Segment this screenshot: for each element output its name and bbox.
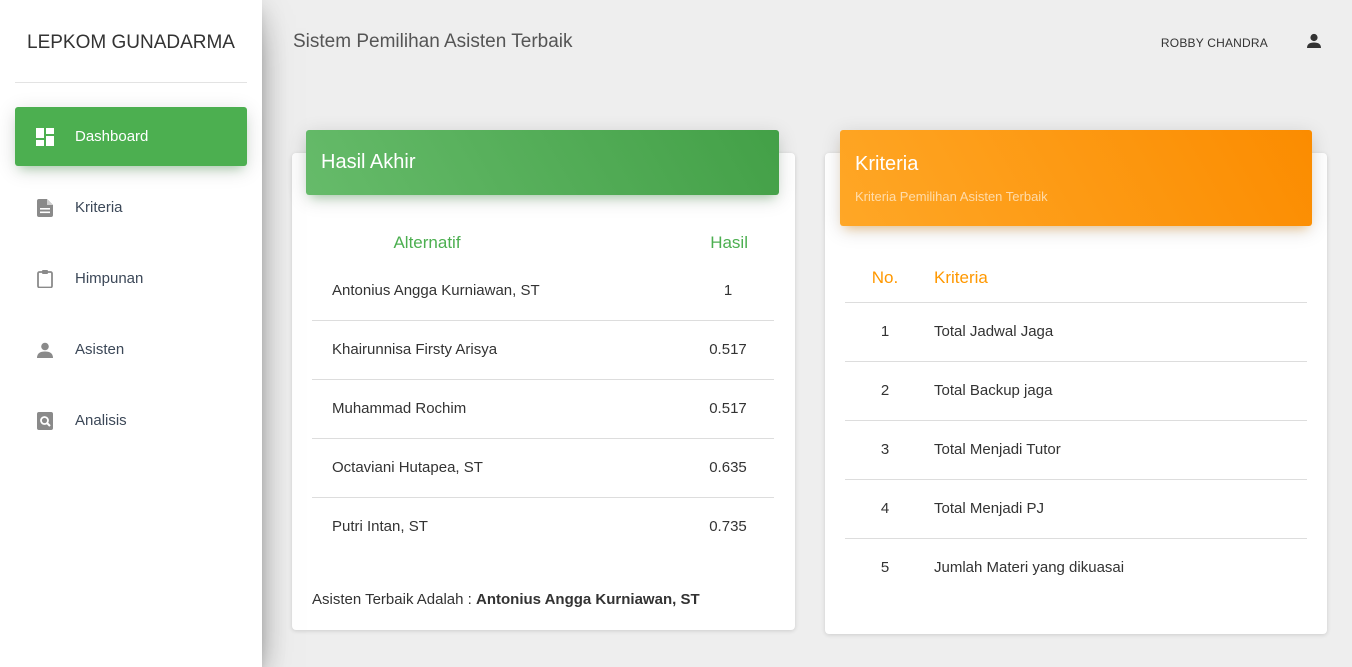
alternatif-cell: Octaviani Hutapea, ST	[332, 459, 483, 476]
table-row: Putri Intan, ST 0.735	[312, 497, 774, 556]
column-header-kriteria: Kriteria	[934, 267, 988, 287]
table-row: 1 Total Jadwal Jaga	[845, 302, 1307, 361]
sidebar-item-label: Kriteria	[75, 199, 123, 216]
kriteria-card: Kriteria Kriteria Pemilihan Asisten Terb…	[825, 130, 1327, 634]
sidebar-item-asisten[interactable]: Asisten	[15, 320, 247, 379]
person-icon[interactable]	[1306, 33, 1322, 51]
no-cell: 4	[880, 500, 890, 517]
hasil-cell: 0.517	[709, 400, 747, 417]
table-row: 2 Total Backup jaga	[845, 361, 1307, 420]
column-header-hasil: Hasil	[710, 233, 748, 252]
kriteria-header: Kriteria Kriteria Pemilihan Asisten Terb…	[840, 130, 1312, 226]
user-name[interactable]: ROBBY CHANDRA	[1161, 36, 1268, 50]
person-icon	[36, 341, 54, 359]
alternatif-cell: Khairunnisa Firsty Arisya	[332, 341, 498, 358]
no-cell: 3	[880, 441, 890, 458]
sidebar-item-label: Dashboard	[75, 128, 149, 145]
document-icon	[36, 198, 54, 217]
kriteria-cell: Total Backup jaga	[934, 382, 1053, 399]
sidebar-item-label: Asisten	[75, 341, 125, 358]
table-row: Octaviani Hutapea, ST 0.635	[312, 438, 774, 497]
hasil-cell: 0.517	[709, 341, 747, 358]
table-row: 3 Total Menjadi Tutor	[845, 420, 1307, 479]
card-title: Kriteria	[855, 153, 919, 175]
best-assistant-summary: Asisten Terbaik Adalah : Antonius Angga …	[312, 591, 700, 608]
hasil-cell: 1	[723, 281, 733, 299]
sidebar-item-analisis[interactable]: Analisis	[15, 391, 247, 450]
alternatif-cell: Putri Intan, ST	[332, 518, 428, 536]
search-document-icon	[36, 411, 54, 430]
table-row: Muhammad Rochim 0.517	[312, 379, 774, 438]
table-row: Khairunnisa Firsty Arisya 0.517	[312, 320, 774, 379]
no-cell: 1	[880, 323, 890, 340]
page-title[interactable]: Sistem Pemilihan Asisten Terbaik	[293, 31, 573, 53]
alternatif-cell: Antonius Angga Kurniawan, ST	[332, 281, 540, 299]
brand-logo-text[interactable]: LEPKOM GUNADARMA	[0, 0, 262, 83]
kriteria-cell: Total Menjadi PJ	[934, 500, 1045, 517]
table-row: Antonius Angga Kurniawan, ST 1	[312, 261, 774, 320]
kriteria-cell: Total Jadwal Jaga	[934, 323, 1054, 340]
summary-value: Antonius Angga Kurniawan, ST	[476, 591, 700, 608]
alternatif-cell: Muhammad Rochim	[332, 400, 467, 417]
hasil-cell: 0.735	[709, 518, 747, 536]
hasil-akhir-table: Alternatif Hasil Antonius Angga Kurniawa…	[312, 225, 774, 556]
kriteria-cell: Jumlah Materi yang dikuasai	[934, 559, 1125, 577]
sidebar-item-kriteria[interactable]: Kriteria	[15, 178, 247, 237]
sidebar: LEPKOM GUNADARMA Dashboard Kriteria Himp…	[0, 0, 262, 667]
card-subtitle: Kriteria Pemilihan Asisten Terbaik	[855, 189, 1048, 204]
hasil-cell: 0.635	[709, 459, 747, 476]
card-title: Hasil Akhir	[321, 151, 416, 173]
no-cell: 5	[880, 559, 890, 577]
sidebar-item-himpunan[interactable]: Himpunan	[15, 249, 247, 308]
sidebar-item-label: Himpunan	[75, 270, 144, 287]
kriteria-table: No. Kriteria 1 Total Jadwal Jaga 2 Total…	[845, 254, 1307, 597]
dashboard-icon	[36, 127, 54, 146]
table-row: 4 Total Menjadi PJ	[845, 479, 1307, 538]
sidebar-item-label: Analisis	[75, 412, 127, 429]
no-cell: 2	[880, 382, 890, 399]
hasil-akhir-card: Hasil Akhir Alternatif Hasil Antonius An…	[292, 130, 795, 630]
column-header-alternatif: Alternatif	[393, 233, 461, 252]
column-header-no: No.	[871, 267, 899, 287]
table-row: 5 Jumlah Materi yang dikuasai	[845, 538, 1307, 597]
summary-label: Asisten Terbaik Adalah :	[312, 591, 476, 608]
sidebar-nav: Dashboard Kriteria Himpunan Asisten Anal…	[0, 83, 262, 450]
clipboard-icon	[36, 269, 54, 288]
kriteria-cell: Total Menjadi Tutor	[934, 441, 1061, 458]
sidebar-item-dashboard[interactable]: Dashboard	[15, 107, 247, 166]
top-navbar: Sistem Pemilihan Asisten Terbaik ROBBY C…	[262, 0, 1352, 86]
hasil-akhir-header: Hasil Akhir	[306, 130, 779, 195]
